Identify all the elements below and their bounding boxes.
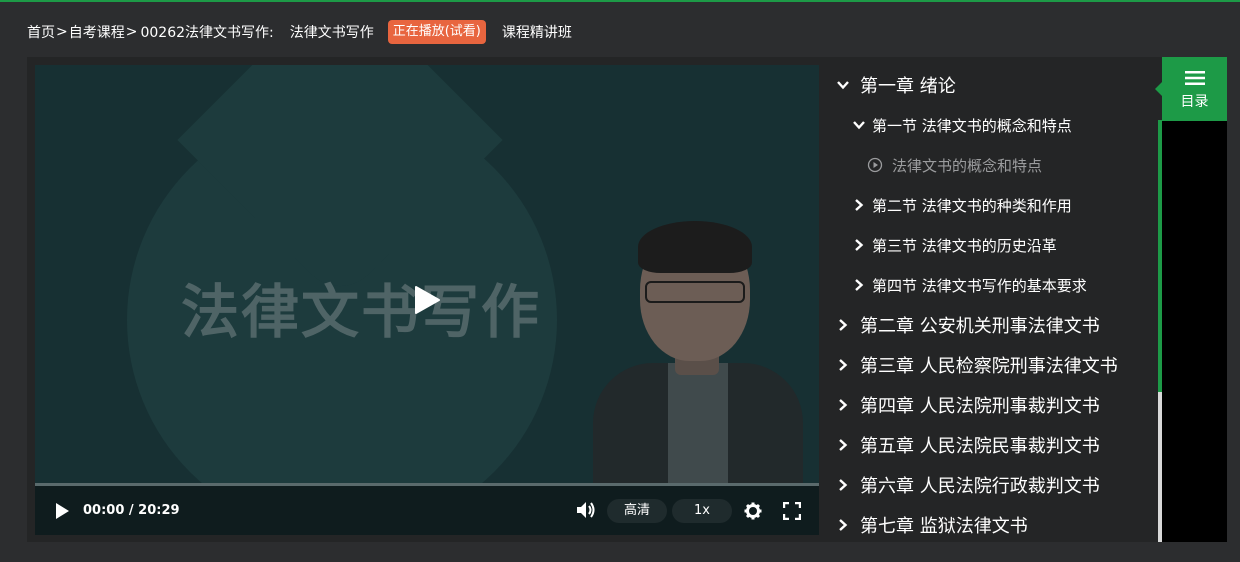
catalog-chapter-item[interactable]: 第七章 监狱法律文书: [820, 505, 1158, 542]
chevron-right-icon: [855, 239, 864, 251]
catalog-item-label: 第二节 法律文书的种类和作用: [872, 196, 1072, 215]
catalog-item-label: 法律文书的概念和特点: [892, 156, 1043, 175]
speed-button[interactable]: 1x: [672, 499, 732, 523]
catalog-item-label: 第七章 监狱法律文书: [860, 516, 1028, 537]
side-panel: [1162, 121, 1227, 542]
catalog-chapter-item[interactable]: 第一章 绪论: [820, 65, 1158, 105]
breadcrumb-class-type: 课程精讲班: [501, 25, 572, 41]
settings-gear-icon[interactable]: [744, 502, 762, 520]
chevron-right-icon: [855, 199, 864, 211]
breadcrumb-lesson-name: 法律文书写作: [289, 25, 374, 41]
breadcrumb-separator: >: [56, 24, 68, 40]
catalog-item-label: 第三节 法律文书的历史沿革: [872, 236, 1057, 255]
chevron-right-icon: [839, 399, 848, 411]
chevron-down-icon: [837, 81, 849, 90]
catalog-section-item[interactable]: 第四节 法律文书写作的基本要求: [820, 265, 1158, 305]
catalog-item-label: 第五章 人民法院民事裁判文书: [860, 436, 1100, 457]
catalog-lesson-item[interactable]: 法律文书的概念和特点: [820, 145, 1158, 185]
slide-title: 法律文书写作: [181, 278, 542, 346]
course-catalog: 第一章 绪论第一节 法律文书的概念和特点法律文书的概念和特点第二节 法律文书的种…: [820, 57, 1158, 542]
chevron-right-icon: [839, 319, 848, 331]
catalog-tab-label: 目录: [1180, 94, 1209, 110]
chevron-right-icon: [839, 519, 848, 531]
volume-icon[interactable]: [576, 501, 596, 519]
catalog-tab-pointer: [1155, 82, 1162, 96]
catalog-chapter-item[interactable]: 第四章 人民法院刑事裁判文书: [820, 385, 1158, 425]
play-icon[interactable]: [53, 502, 71, 520]
chevron-right-icon: [839, 479, 848, 491]
menu-icon: [1185, 71, 1205, 85]
catalog-item-label: 第二章 公安机关刑事法律文书: [860, 316, 1100, 337]
catalog-item-label: 第三章 人民检察院刑事法律文书: [860, 356, 1118, 377]
chevron-right-icon: [839, 439, 848, 451]
quality-button[interactable]: 高清: [607, 499, 667, 523]
breadcrumb-category-link[interactable]: 自考课程: [69, 22, 125, 42]
catalog-item-label: 第一节 法律文书的概念和特点: [872, 116, 1072, 135]
breadcrumb-separator: >: [125, 24, 138, 40]
catalog-section-item[interactable]: 第二节 法律文书的种类和作用: [820, 185, 1158, 225]
top-accent-line: [0, 0, 1240, 2]
breadcrumb-home-link[interactable]: 首页: [27, 22, 55, 42]
catalog-item-label: 第四节 法律文书写作的基本要求: [872, 276, 1087, 295]
video-play-circle-icon: [867, 157, 883, 173]
video-player[interactable]: 法律文书写作 00:00 / 20:29 高清 1x: [35, 65, 819, 535]
chevron-down-icon: [853, 121, 865, 130]
breadcrumb-course-name: 00262法律文书写作:: [140, 25, 274, 41]
catalog-chapter-item[interactable]: 第三章 人民检察院刑事法律文书: [820, 345, 1158, 385]
catalog-tab[interactable]: 目录: [1155, 57, 1227, 121]
time-display: 00:00 / 20:29: [83, 503, 180, 518]
catalog-section-item[interactable]: 第一节 法律文书的概念和特点: [820, 105, 1158, 145]
catalog-chapter-item[interactable]: 第五章 人民法院民事裁判文书: [820, 425, 1158, 465]
catalog-section-item[interactable]: 第三节 法律文书的历史沿革: [820, 225, 1158, 265]
fullscreen-icon[interactable]: [783, 502, 801, 520]
catalog-chapter-item[interactable]: 第六章 人民法院行政裁判文书: [820, 465, 1158, 505]
player-controls: 00:00 / 20:29 高清 1x: [35, 486, 819, 535]
chevron-right-icon: [855, 279, 864, 291]
big-play-icon[interactable]: [413, 285, 441, 315]
catalog-item-label: 第一章 绪论: [860, 76, 956, 97]
chevron-right-icon: [839, 359, 848, 371]
catalog-item-label: 第六章 人民法院行政裁判文书: [860, 476, 1100, 497]
breadcrumb: 首页 > 自考课程 > 00262法律文书写作: 法律文书写作 正在播放(试看)…: [27, 19, 572, 45]
catalog-item-label: 第四章 人民法院刑事裁判文书: [860, 396, 1100, 417]
catalog-chapter-item[interactable]: 第二章 公安机关刑事法律文书: [820, 305, 1158, 345]
playing-status-badge: 正在播放(试看): [387, 20, 486, 44]
